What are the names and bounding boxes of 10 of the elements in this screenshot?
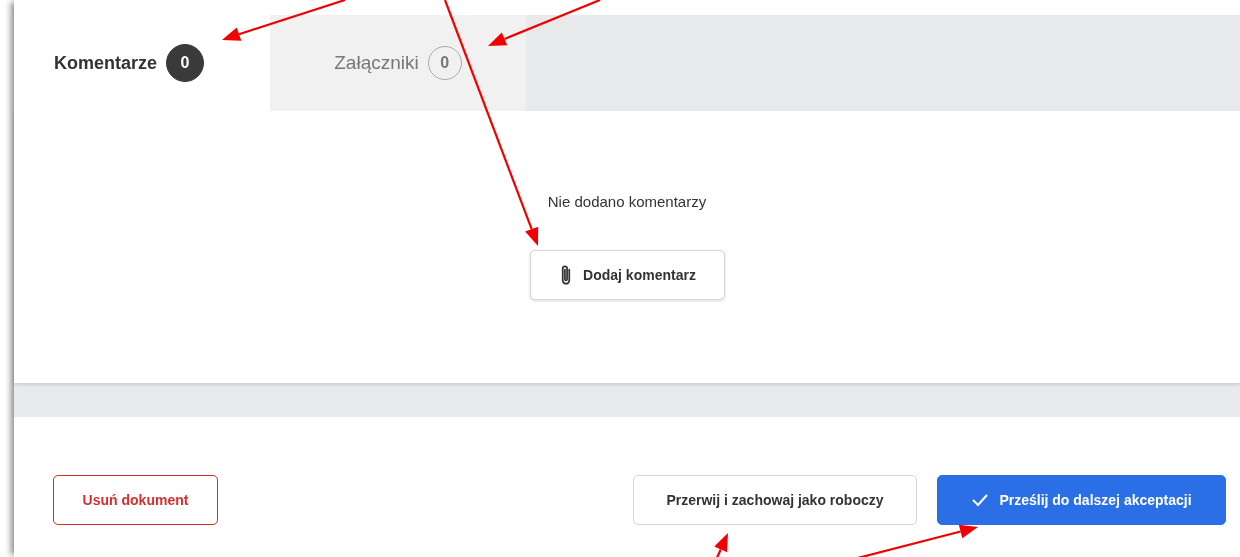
tab[interactable]: Załączniki 0 <box>270 15 526 111</box>
delete-document-button[interactable]: Usuń dokument <box>53 475 218 525</box>
add-comment-button[interactable]: Dodaj komentarz <box>530 250 725 300</box>
save-draft-button[interactable]: Przerwij i zachowaj jako roboczy <box>633 475 917 525</box>
submit-button[interactable]: Prześlij do dalszej akceptacji <box>937 475 1226 525</box>
annotation-arrow <box>714 533 728 557</box>
tab[interactable]: Komentarze 0 <box>14 15 270 111</box>
empty-message: Nie dodano komentarzy <box>547 193 707 210</box>
check-icon <box>971 493 990 507</box>
count-badge: 0 <box>166 44 205 82</box>
